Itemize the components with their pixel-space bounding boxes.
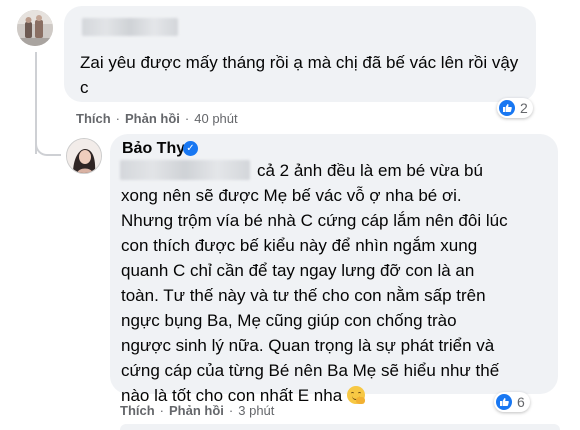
reply-button[interactable]: Phản hồi — [169, 403, 224, 418]
comment-text: cả 2 ảnh đều là em bé vừa bú xong nên sẽ… — [121, 158, 551, 408]
comment-line: con thích được bế kiểu này để nhìn ngắm … — [121, 236, 478, 255]
reaction-count-label: 2 — [520, 100, 528, 116]
separator: · — [184, 111, 190, 126]
comment-line: quanh C chỉ cần để tay ngay lưng đỡ con … — [121, 261, 475, 280]
separator: · — [159, 403, 165, 418]
avatar[interactable] — [17, 10, 53, 46]
like-icon — [496, 394, 512, 410]
redacted-name — [82, 18, 178, 36]
verified-badge-icon: ✓ — [183, 141, 198, 156]
comment-line: cứng cáp của từng Bé nên Ba Mẹ sẽ hiểu n… — [121, 361, 500, 380]
reaction-count-label: 6 — [517, 394, 525, 410]
like-button[interactable]: Thích — [120, 403, 155, 418]
timestamp[interactable]: 40 phút — [194, 111, 237, 126]
hug-emoji-icon — [346, 386, 365, 404]
comment-actions: Thích · Phản hồi · 3 phút — [120, 403, 274, 418]
next-comment-bubble — [120, 424, 560, 430]
timestamp[interactable]: 3 phút — [238, 403, 274, 418]
comment-line: ngược sinh lý nữa. Quan trọng là sự phát… — [121, 336, 495, 355]
reaction-count[interactable]: 2 — [497, 98, 533, 118]
separator: · — [115, 111, 121, 126]
comment-line: Nhưng trộm vía bé nhà C cứng cáp lắm nên… — [121, 211, 508, 230]
avatar[interactable] — [66, 138, 102, 174]
comment-line: toàn. Tư thế này và tư thế cho con nằm s… — [121, 286, 486, 305]
author-name[interactable]: Bảo Thy — [122, 140, 185, 158]
comment-text: Zai yêu được mấy tháng rồi ạ mà chị đã b… — [80, 53, 519, 97]
reaction-count[interactable]: 6 — [494, 392, 530, 412]
comment-actions: Thích · Phản hồi · 40 phút — [76, 111, 238, 126]
comment-line: xong nên sẽ được Mẹ bế vác vỗ ợ nha bé ơ… — [121, 186, 462, 205]
like-icon — [499, 100, 515, 116]
separator: · — [228, 403, 234, 418]
thread-connector — [35, 130, 61, 156]
reply-button[interactable]: Phản hồi — [125, 111, 180, 126]
comment-line: cả 2 ảnh đều là em bé vừa bú — [257, 161, 483, 180]
like-button[interactable]: Thích — [76, 111, 111, 126]
comment-line: ngực bụng Ba, Mẹ cũng giúp con chống trà… — [121, 311, 457, 330]
